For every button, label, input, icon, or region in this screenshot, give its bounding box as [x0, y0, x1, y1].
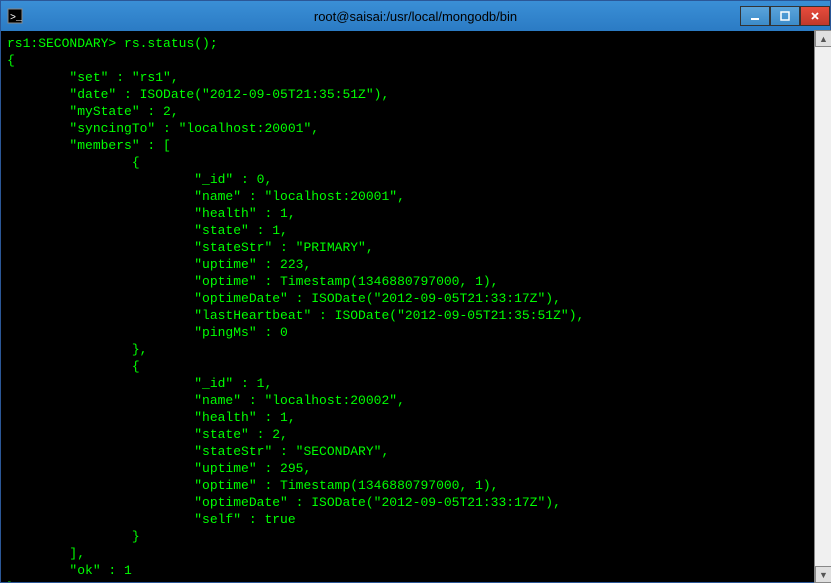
output-line: "ok" : 1: [7, 563, 132, 578]
output-line: "name" : "localhost:20001",: [7, 189, 405, 204]
prompt: rs1:SECONDARY>: [7, 36, 124, 51]
terminal-body[interactable]: rs1:SECONDARY> rs.status(); { "set" : "r…: [1, 31, 830, 582]
terminal-icon: >_: [7, 8, 23, 24]
output-line: "members" : [: [7, 138, 171, 153]
output-line: "name" : "localhost:20002",: [7, 393, 405, 408]
titlebar-left: >_: [1, 8, 29, 24]
output-line: ],: [7, 546, 85, 561]
titlebar[interactable]: >_ root@saisai:/usr/local/mongodb/bin: [1, 1, 830, 31]
output-line: "date" : ISODate("2012-09-05T21:35:51Z")…: [7, 87, 389, 102]
command-text: rs.status();: [124, 36, 218, 51]
output-line: "health" : 1,: [7, 410, 296, 425]
output-line: "myState" : 2,: [7, 104, 179, 119]
output-line: "uptime" : 295,: [7, 461, 311, 476]
titlebar-buttons: [740, 6, 830, 26]
output-line: "uptime" : 223,: [7, 257, 311, 272]
output-line: "state" : 2,: [7, 427, 288, 442]
output-line: {: [7, 359, 140, 374]
svg-text:>_: >_: [10, 13, 23, 24]
output-line: "set" : "rs1",: [7, 70, 179, 85]
output-line: "syncingTo" : "localhost:20001",: [7, 121, 319, 136]
output-line: {: [7, 53, 15, 68]
output-line: "lastHeartbeat" : ISODate("2012-09-05T21…: [7, 308, 584, 323]
output-line: "health" : 1,: [7, 206, 296, 221]
minimize-button[interactable]: [740, 6, 770, 26]
output-line: "self" : true: [7, 512, 296, 527]
output-line: "optime" : Timestamp(1346880797000, 1),: [7, 478, 498, 493]
output-line: "optimeDate" : ISODate("2012-09-05T21:33…: [7, 495, 561, 510]
output-line: "optimeDate" : ISODate("2012-09-05T21:33…: [7, 291, 561, 306]
close-button[interactable]: [800, 6, 830, 26]
output-line: "_id" : 1,: [7, 376, 272, 391]
output-line: {: [7, 155, 140, 170]
scrollbar-track[interactable]: [815, 47, 831, 566]
scrollbar[interactable]: ▲ ▼: [814, 30, 831, 583]
output-line: }: [7, 529, 140, 544]
output-line: "optime" : Timestamp(1346880797000, 1),: [7, 274, 498, 289]
output-line: "pingMs" : 0: [7, 325, 288, 340]
output-line: "state" : 1,: [7, 223, 288, 238]
output-line: "stateStr" : "SECONDARY",: [7, 444, 389, 459]
output-line: }: [7, 580, 15, 582]
output-line: },: [7, 342, 147, 357]
terminal-window: >_ root@saisai:/usr/local/mongodb/bin rs…: [0, 0, 831, 583]
maximize-button[interactable]: [770, 6, 800, 26]
scroll-up-button[interactable]: ▲: [815, 30, 831, 47]
output-line: "stateStr" : "PRIMARY",: [7, 240, 374, 255]
scroll-down-button[interactable]: ▼: [815, 566, 831, 583]
window-title: root@saisai:/usr/local/mongodb/bin: [314, 9, 517, 24]
output-line: "_id" : 0,: [7, 172, 272, 187]
